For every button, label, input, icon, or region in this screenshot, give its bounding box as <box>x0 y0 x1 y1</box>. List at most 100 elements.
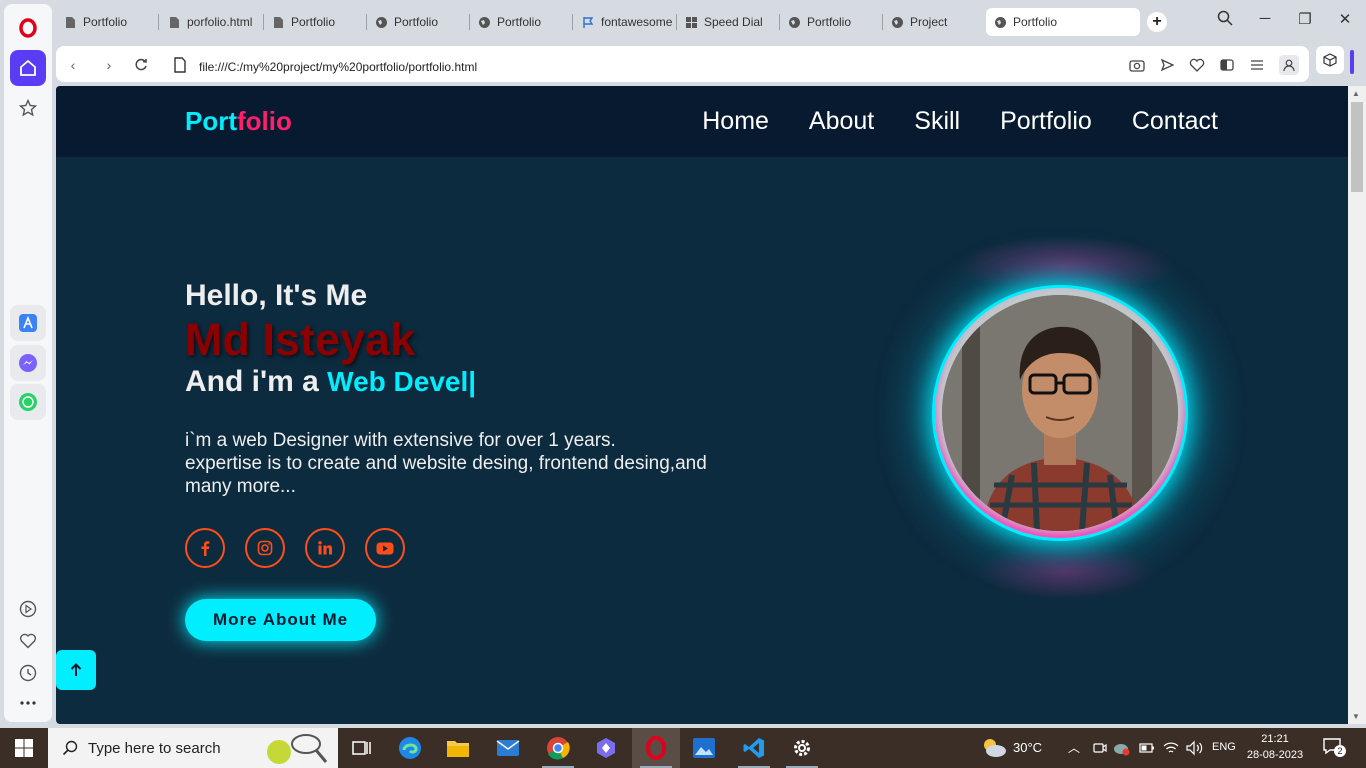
favorites-heart-icon[interactable] <box>10 623 46 659</box>
player-icon[interactable] <box>10 591 46 627</box>
tray-app-icon[interactable] <box>1113 740 1131 756</box>
site-nav: Home About Skill Portfolio Contact <box>702 107 1218 136</box>
back-icon[interactable]: ‹ <box>64 56 82 74</box>
photos-icon[interactable] <box>680 728 728 768</box>
mail-icon[interactable] <box>484 728 532 768</box>
snapshot-camera-icon[interactable] <box>1129 57 1145 73</box>
tab-1[interactable]: porfolio.html <box>160 8 264 36</box>
meet-now-icon[interactable] <box>1093 741 1107 755</box>
tab-7[interactable]: Portfolio <box>780 8 883 36</box>
easy-setup-icon[interactable] <box>1249 57 1265 73</box>
task-view-icon[interactable] <box>338 728 386 768</box>
scroll-up-icon[interactable]: ▲ <box>1352 89 1360 98</box>
more-about-me-button[interactable]: More About Me <box>185 599 377 641</box>
desc-line: expertise is to create and website desin… <box>185 453 707 474</box>
forward-icon[interactable]: › <box>100 56 118 74</box>
arrow-up-icon <box>70 663 82 676</box>
minimize-icon[interactable]: ─ <box>1254 10 1276 27</box>
profile-icon[interactable] <box>1279 55 1299 75</box>
logo-part-1: Port <box>185 106 237 136</box>
taskbar-search[interactable]: Type here to search <box>48 728 338 768</box>
social-links <box>185 528 805 568</box>
windows-start-icon[interactable] <box>0 728 48 768</box>
file-explorer-icon[interactable] <box>434 728 482 768</box>
whatsapp-icon[interactable] <box>10 384 46 420</box>
tab-4[interactable]: Portfolio <box>470 8 573 36</box>
reader-mode-icon[interactable] <box>1219 57 1235 73</box>
language-indicator[interactable]: ENG <box>1212 741 1236 753</box>
nav-portfolio[interactable]: Portfolio <box>1000 107 1092 136</box>
flag-icon <box>583 16 594 28</box>
tab-label: Speed Dial <box>704 15 763 29</box>
photo-glow-bottom <box>976 541 1156 601</box>
home-icon[interactable] <box>10 50 46 86</box>
role-typed: Web Devel| <box>327 366 477 397</box>
tab-6[interactable]: Speed Dial <box>677 8 780 36</box>
tab-8[interactable]: Project <box>883 8 986 36</box>
browser-sidebar <box>0 0 56 728</box>
tab-search-icon[interactable] <box>1214 10 1236 30</box>
tab-label: fontawesome <box>601 15 673 29</box>
hero-name: Md Isteyak <box>185 314 416 365</box>
role-line: And i'm a Web Devel| <box>185 365 805 399</box>
tab-label: Project <box>910 15 948 29</box>
reload-icon[interactable] <box>132 56 150 74</box>
instagram-icon[interactable] <box>245 528 285 568</box>
youtube-icon[interactable] <box>365 528 405 568</box>
vscode-icon[interactable] <box>730 728 778 768</box>
tab-label: Portfolio <box>497 15 542 29</box>
tray-chevron-icon[interactable]: ︿ <box>1068 739 1080 756</box>
tab-label: porfolio.html <box>187 15 253 29</box>
pinboard-star-icon[interactable] <box>10 90 46 126</box>
tab-label: Portfolio <box>807 15 852 29</box>
new-tab-plus-icon[interactable]: + <box>1147 12 1167 32</box>
tab-0[interactable]: Portfolio <box>56 8 159 36</box>
scroll-to-top-button[interactable] <box>56 650 96 690</box>
send-to-icon[interactable] <box>1159 57 1175 73</box>
nav-skill[interactable]: Skill <box>914 107 960 136</box>
facebook-icon[interactable] <box>185 528 225 568</box>
bookmark-heart-icon[interactable] <box>1189 57 1205 73</box>
tab-3[interactable]: Portfolio <box>367 8 470 36</box>
scroll-thumb[interactable] <box>1351 102 1363 192</box>
settings-gear-icon[interactable] <box>778 728 826 768</box>
tab-9-active[interactable]: Portfolio <box>986 8 1140 36</box>
battery-icon[interactable] <box>1139 742 1155 754</box>
url-field[interactable]: file:///C:/my%20project/my%20portfolio/p… <box>199 60 477 74</box>
scroll-down-icon[interactable]: ▼ <box>1352 712 1360 721</box>
notification-center-icon[interactable]: 2 <box>1322 737 1346 759</box>
wifi-icon[interactable] <box>1163 740 1179 756</box>
nav-about[interactable]: About <box>809 107 874 136</box>
tab-5[interactable]: fontawesome <box>574 8 677 36</box>
nav-contact[interactable]: Contact <box>1132 107 1218 136</box>
extensions-cube-icon[interactable] <box>1316 46 1344 74</box>
role-prefix: And i'm a <box>185 365 328 398</box>
nav-home[interactable]: Home <box>702 107 769 136</box>
copilot-icon[interactable] <box>582 728 630 768</box>
address-bar-row: ‹ › file:///C:/my%20project/my%20portfol… <box>56 42 1366 84</box>
weather-icon[interactable] <box>980 736 1008 760</box>
tab-strip: Portfolio porfolio.html Portfolio Portfo… <box>56 0 1366 42</box>
clock-date: 28-08-2023 <box>1246 749 1304 761</box>
clock[interactable]: 21:21 28-08-2023 <box>1240 731 1310 763</box>
app-store-icon[interactable] <box>10 305 46 341</box>
linkedin-icon[interactable] <box>305 528 345 568</box>
chrome-icon[interactable] <box>534 728 582 768</box>
sidebar-accent-bar <box>1350 50 1354 74</box>
opera-taskbar-icon[interactable] <box>632 728 680 768</box>
page-scrollbar[interactable]: ▲ ▼ <box>1348 86 1366 724</box>
close-icon[interactable]: ✕ <box>1334 10 1356 28</box>
desc-line: i`m a web Designer with extensive for ov… <box>185 430 616 451</box>
more-dots-icon[interactable] <box>10 685 46 721</box>
messenger-icon[interactable] <box>10 345 46 381</box>
tab-2[interactable]: Portfolio <box>264 8 367 36</box>
weather-temp[interactable]: 30°C <box>1013 740 1042 755</box>
desc-line: many more... <box>185 476 296 497</box>
site-logo[interactable]: Portfolio <box>185 106 292 137</box>
edge-icon[interactable] <box>386 728 434 768</box>
search-placeholder: Type here to search <box>88 739 221 757</box>
opera-menu-icon[interactable] <box>10 10 46 46</box>
doc-icon <box>274 16 283 28</box>
volume-icon[interactable] <box>1186 740 1204 756</box>
maximize-icon[interactable]: ❐ <box>1294 10 1316 28</box>
